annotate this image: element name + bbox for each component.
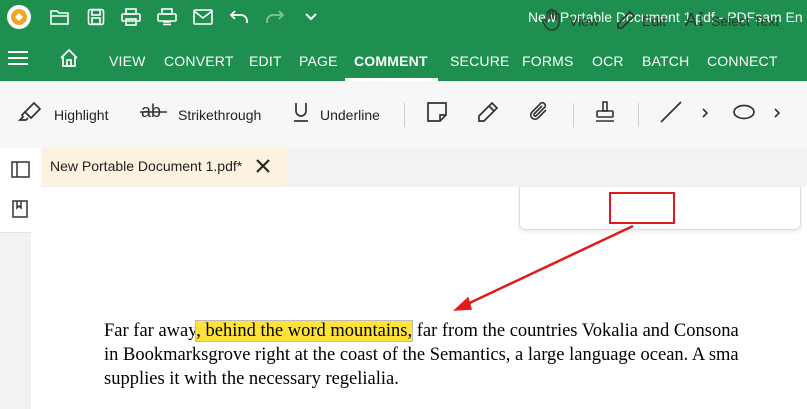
strikethrough-icon: ab [140,100,168,129]
line-icon [659,100,683,129]
text-after-highlight: far from the countries Vokalia and Conso… [412,321,739,341]
highlight-button[interactable]: Highlight [17,81,109,148]
close-icon[interactable] [254,157,272,180]
edit-mode-label: Edit [642,13,667,29]
menu-ocr[interactable]: OCR [592,53,624,69]
menu-convert[interactable]: CONVERT [164,53,234,69]
menu-connect[interactable]: CONNECT [707,53,778,69]
ellipse-icon [732,103,756,126]
highlighted-text[interactable]: , behind the word mountains, [195,320,414,342]
ellipse-options-button[interactable] [773,81,781,148]
undo-icon[interactable] [226,4,252,30]
document-text-line-3[interactable]: supplies it with the necessary regeliali… [104,369,399,390]
print-icon[interactable] [118,4,144,30]
view-mode-label: View [569,13,600,29]
menu-bar: VIEW CONVERT EDIT PAGE COMMENT SECURE FO… [0,34,807,81]
menu-page[interactable]: PAGE [299,53,338,69]
svg-text:ab: ab [141,101,161,121]
sticky-note-icon [426,101,448,128]
menu-batch[interactable]: BATCH [642,53,689,69]
comment-toolbar: Highlight ab Strikethrough Underline [0,81,807,149]
pencil-button[interactable] [477,81,499,148]
menu-comment[interactable]: COMMENT [354,53,428,69]
attachment-button[interactable] [529,81,551,148]
document-text-line-1[interactable]: Far far away, behind the word mountains,… [104,320,739,342]
hand-icon [541,8,563,35]
underline-icon [292,100,310,129]
svg-text:A: A [685,10,697,30]
menu-view[interactable]: VIEW [109,53,146,69]
bookmark-icon[interactable] [12,200,28,223]
sidebar-toggle-icon[interactable] [11,161,30,183]
strikethrough-button[interactable]: ab Strikethrough [140,81,261,148]
toolbar-separator [573,103,574,127]
hamburger-menu-icon[interactable] [8,50,28,71]
document-text-line-2[interactable]: in Bookmarksgrove right at the coast of … [104,345,739,366]
save-icon[interactable] [83,4,109,30]
home-icon[interactable] [59,48,79,73]
line-button[interactable] [659,81,683,148]
chevron-down-icon[interactable] [298,4,324,30]
ellipse-button[interactable] [732,81,756,148]
line-options-button[interactable] [701,81,709,148]
document-tab[interactable]: New Portable Document 1.pdf* [41,148,287,185]
pencil-icon [477,101,499,128]
menu-edit[interactable]: EDIT [249,53,282,69]
strikethrough-label: Strikethrough [178,106,262,123]
select-text-mode-label: Select Text [711,13,780,29]
paperclip-icon [529,100,551,129]
text-cursor-icon: A [685,9,705,34]
sticky-note-button[interactable] [426,81,448,148]
print-setup-icon[interactable] [154,4,180,30]
edit-mode-button[interactable]: Edit [616,8,666,34]
select-text-mode-button[interactable]: A Select Text [685,8,779,34]
view-mode-button[interactable]: View [541,8,599,34]
text-before-highlight: Far far away [104,321,197,341]
highlighter-icon [17,100,44,129]
chevron-right-icon [701,106,709,124]
stamp-button[interactable] [593,81,617,148]
open-folder-icon[interactable] [47,4,73,30]
redo-icon[interactable] [262,4,288,30]
pencil-icon [616,10,636,33]
stamp-icon [593,100,617,129]
toolbar-separator [404,103,405,127]
mail-icon[interactable] [190,4,216,30]
underline-button[interactable]: Underline [292,81,380,148]
highlight-label: Highlight [54,106,109,123]
chevron-right-icon [773,106,781,124]
menu-secure[interactable]: SECURE [450,53,510,69]
annotation-highlight-box [609,192,675,224]
underline-label: Underline [320,106,380,123]
app-logo-icon[interactable] [4,4,34,30]
document-tab-label: New Portable Document 1.pdf* [50,158,243,174]
toolbar-separator [638,103,639,127]
menu-forms[interactable]: FORMS [522,53,574,69]
